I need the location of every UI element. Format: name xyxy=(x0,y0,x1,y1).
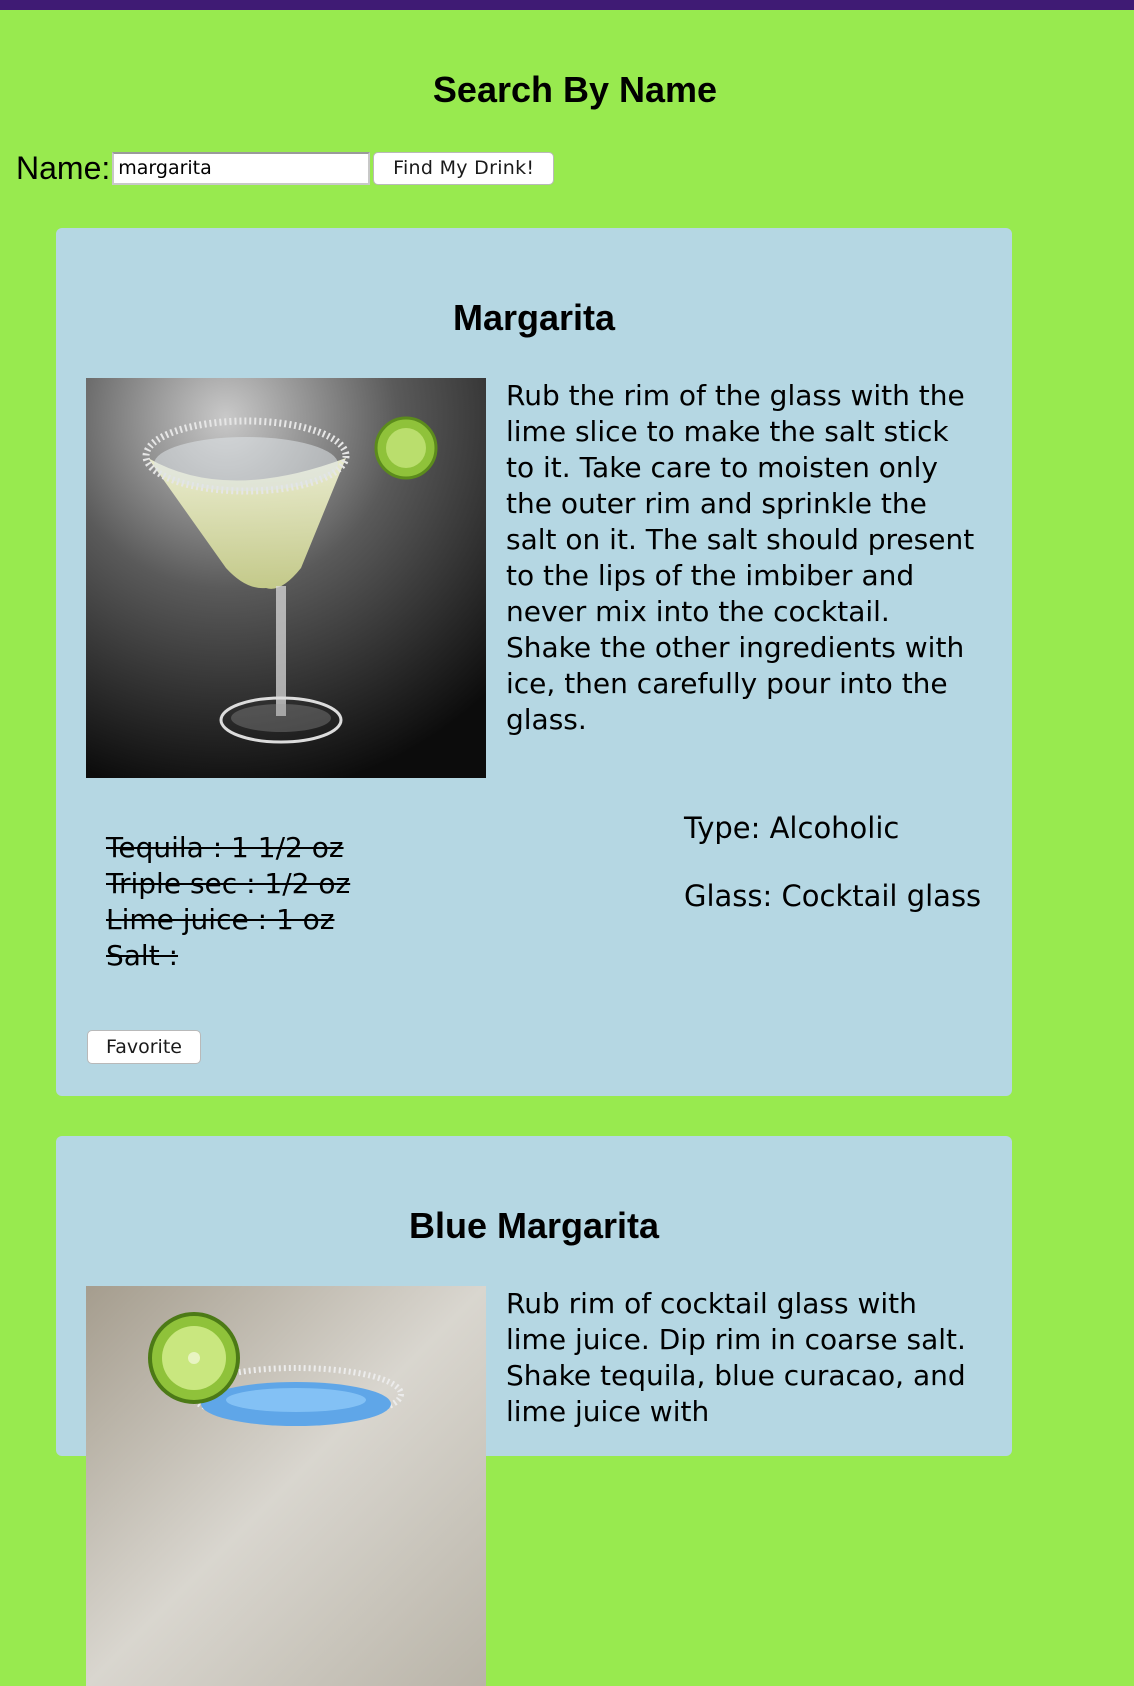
drink-card: Blue Margarita Rub rim of cocktail glass… xyxy=(56,1136,1012,1686)
ingredient-list: Tequila : 1 1/2 oz Triple sec : 1/2 oz L… xyxy=(106,830,350,974)
blue-margarita-photo xyxy=(86,1286,486,1686)
drink-name: Blue Margarita xyxy=(408,1205,660,1246)
search-form: Name: Find My Drink! xyxy=(16,148,555,188)
ingredient-item: Salt : xyxy=(106,939,179,972)
name-label: Name: xyxy=(16,150,111,186)
drink-image xyxy=(86,1286,486,1686)
drink-card: Margarita Rub the rim of the glass with … xyxy=(56,228,1012,1096)
favorite-button[interactable]: Favorite xyxy=(87,1030,201,1064)
drink-image xyxy=(86,378,486,778)
drink-instructions: Rub rim of cocktail glass with lime juic… xyxy=(506,1287,966,1428)
drink-instructions: Rub the rim of the glass with the lime s… xyxy=(506,379,975,736)
top-bar xyxy=(0,0,1134,10)
page-title: Search By Name xyxy=(432,69,718,110)
drink-name: Margarita xyxy=(452,297,616,338)
ingredient-item: Triple sec : 1/2 oz xyxy=(106,867,351,900)
drink-type: Type: Alcoholic xyxy=(684,811,900,845)
drink-glass: Glass: Cocktail glass xyxy=(684,879,982,913)
name-search-input[interactable] xyxy=(112,151,371,185)
margarita-photo xyxy=(86,378,486,778)
find-my-drink-button[interactable]: Find My Drink! xyxy=(373,151,555,185)
ingredient-item: Lime juice : 1 oz xyxy=(106,903,335,936)
drink-meta: Type: Alcoholic Glass: Cocktail glass xyxy=(684,810,981,914)
ingredient-item: Tequila : 1 1/2 oz xyxy=(106,831,344,864)
